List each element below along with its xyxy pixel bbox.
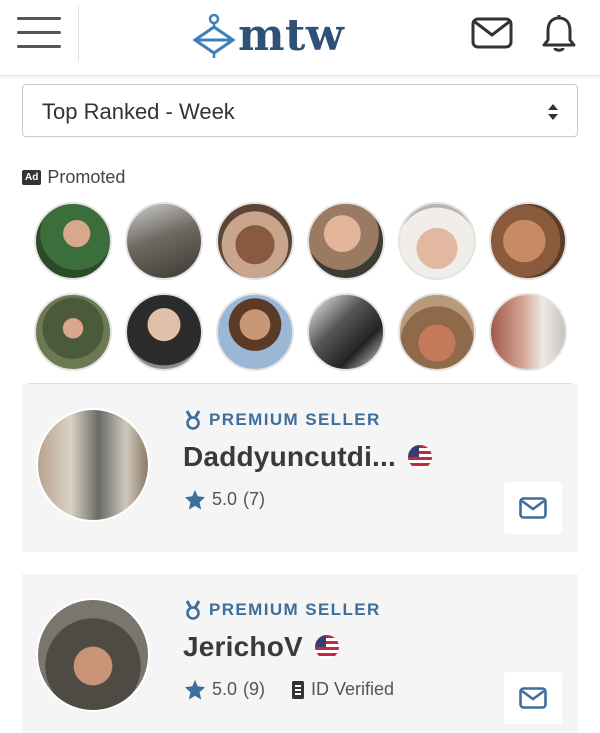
promoted-avatar[interactable] — [34, 293, 112, 371]
seller-review-count: (7) — [243, 489, 266, 509]
us-flag-icon — [408, 445, 432, 469]
seller-avatar[interactable] — [36, 598, 150, 712]
promoted-header: Ad Promoted — [22, 167, 125, 188]
message-seller-button[interactable] — [504, 482, 562, 534]
seller-avatar[interactable] — [36, 408, 150, 522]
promoted-label: Promoted — [47, 167, 126, 187]
promoted-avatar[interactable] — [125, 202, 203, 280]
premium-badge-label: PREMIUM SELLER — [209, 410, 381, 429]
promoted-avatar[interactable] — [398, 293, 476, 371]
star-icon — [184, 679, 206, 700]
sort-arrows-icon — [548, 104, 558, 120]
top-header: mtw — [0, 0, 600, 76]
seller-rating: 5.0 — [212, 679, 238, 699]
menu-icon[interactable] — [17, 17, 61, 51]
promoted-avatar[interactable] — [489, 202, 567, 280]
promoted-avatar[interactable] — [216, 202, 294, 280]
seller-review-count: (9) — [243, 679, 266, 699]
premium-badge-label: PREMIUM SELLER — [209, 600, 381, 619]
header-divider — [78, 6, 79, 62]
ad-badge: Ad — [22, 170, 42, 185]
promoted-avatar[interactable] — [34, 202, 112, 280]
message-seller-button[interactable] — [504, 672, 562, 724]
mail-icon[interactable] — [471, 17, 513, 54]
seller-name[interactable]: JerichoV — [183, 631, 303, 663]
hanger-logo-icon — [192, 13, 236, 58]
premium-badge: PREMIUM SELLER — [184, 410, 381, 430]
star-icon — [184, 489, 206, 510]
id-verified-badge: ID Verified — [291, 679, 394, 700]
promoted-avatar[interactable] — [125, 293, 203, 371]
mail-icon — [519, 497, 547, 519]
seller-name[interactable]: Daddyuncutdi... — [183, 441, 396, 473]
seller-card[interactable]: PREMIUM SELLER JerichoV 5.0 (9) ID Verif… — [22, 574, 578, 733]
premium-badge: PREMIUM SELLER — [184, 600, 381, 620]
us-flag-icon — [314, 635, 339, 659]
bell-icon[interactable] — [540, 14, 578, 59]
sort-select[interactable]: Top Ranked - Week — [22, 84, 578, 137]
promoted-avatar[interactable] — [307, 293, 385, 371]
seller-rating: 5.0 — [212, 489, 238, 509]
medal-icon — [185, 600, 201, 620]
id-verified-label: ID Verified — [311, 679, 395, 699]
promoted-avatar[interactable] — [489, 293, 567, 371]
site-logo[interactable]: mtw — [192, 8, 344, 64]
promoted-avatar[interactable] — [398, 202, 476, 280]
id-card-icon — [292, 680, 305, 699]
medal-icon — [185, 410, 201, 430]
promoted-avatar[interactable] — [216, 293, 294, 371]
mail-icon — [519, 687, 547, 709]
promoted-avatar[interactable] — [307, 202, 385, 280]
seller-card[interactable]: PREMIUM SELLER Daddyuncutdi... 5.0 (7) — [22, 384, 578, 552]
sort-select-value: Top Ranked - Week — [42, 99, 235, 124]
logo-text: mtw — [238, 10, 345, 61]
